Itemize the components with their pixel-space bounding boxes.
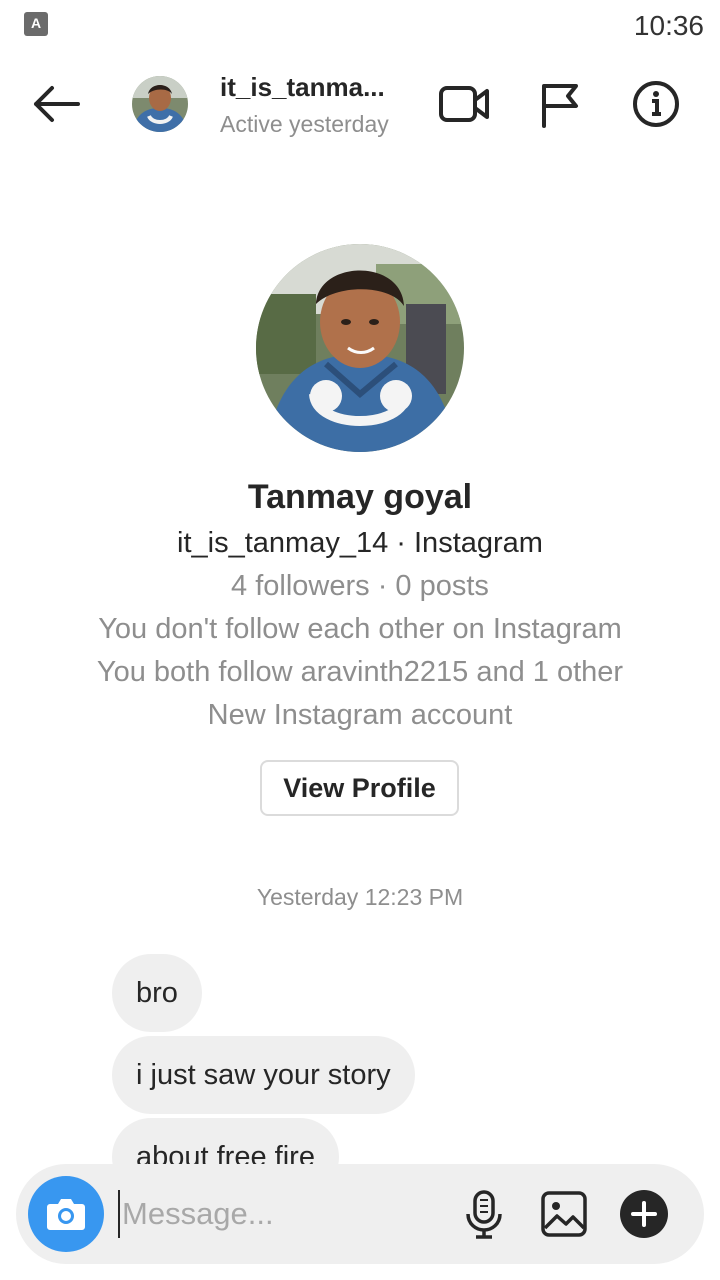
profile-handle: it_is_tanmay_14 · Instagram [177, 527, 543, 559]
profile-name: Tanmay goyal [247, 478, 473, 516]
profile-stats: 4 followers · 0 posts [231, 570, 489, 602]
avatar-image [132, 76, 188, 132]
back-button[interactable] [28, 80, 84, 128]
info-icon [633, 81, 679, 127]
profile-avatar[interactable] [256, 244, 464, 452]
view-profile-button[interactable]: View Profile [260, 760, 459, 816]
voice-message-button[interactable] [462, 1188, 506, 1240]
follow-status: You don't follow each other on Instagram [98, 613, 622, 645]
camera-icon [47, 1199, 85, 1230]
status-bar: A 10:36 [0, 0, 720, 50]
header-username[interactable]: it_is_tanma... [220, 72, 385, 103]
message-input[interactable] [118, 1190, 448, 1238]
chat-header: it_is_tanma... Active yesterday [0, 56, 720, 152]
message-bubble[interactable]: bro [112, 954, 202, 1032]
profile-picture [256, 244, 464, 452]
header-avatar[interactable] [132, 76, 188, 132]
message-timestamp: Yesterday 12:23 PM [256, 884, 464, 910]
info-button[interactable] [628, 78, 684, 130]
flag-icon [542, 84, 578, 128]
more-options-button[interactable] [620, 1190, 668, 1238]
account-note: New Instagram account [207, 699, 513, 731]
message-bubble[interactable]: i just saw your story [112, 1036, 415, 1114]
app-notification-icon: A [24, 12, 48, 36]
header-active-status: Active yesterday [220, 111, 389, 137]
camera-button[interactable] [28, 1176, 104, 1252]
mutual-followers: You both follow aravinth2215 and 1 other [96, 656, 624, 688]
back-arrow-icon [34, 86, 80, 122]
video-call-button[interactable] [436, 78, 492, 130]
gallery-icon [541, 1191, 587, 1237]
report-button[interactable] [536, 78, 584, 130]
gallery-button[interactable] [540, 1190, 588, 1238]
plus-icon [620, 1190, 668, 1238]
status-time: 10:36 [633, 10, 704, 41]
video-camera-icon [439, 86, 489, 122]
microphone-icon [466, 1190, 502, 1239]
